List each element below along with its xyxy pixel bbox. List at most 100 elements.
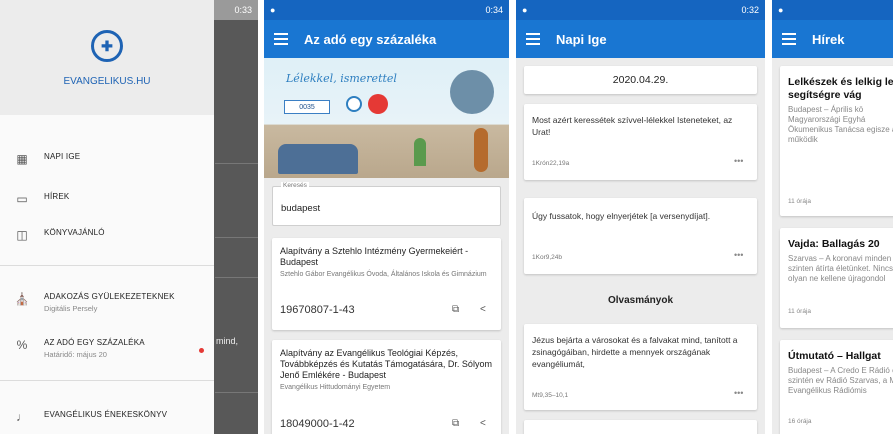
organization-card[interactable]: Alapítvány a Sztehlo Intézmény Gyermekei… bbox=[272, 238, 501, 330]
status-time: 0:33 bbox=[234, 5, 252, 15]
percent-icon: % bbox=[16, 338, 28, 352]
news-excerpt: Budapest – Április kö Magyarországi Egyh… bbox=[788, 105, 893, 144]
menu-icon[interactable] bbox=[782, 33, 796, 45]
reading-reference: Mt9,35–10,1 bbox=[532, 392, 569, 399]
menu-icon[interactable] bbox=[526, 33, 540, 45]
calendar-icon: ▦ bbox=[16, 152, 28, 166]
notification-icon: ● bbox=[522, 5, 528, 15]
news-time: 16 órája bbox=[788, 418, 812, 425]
organization-name: Alapítvány a Sztehlo Intézmény Gyermekei… bbox=[280, 246, 469, 267]
more-icon[interactable]: ••• bbox=[734, 388, 743, 398]
drawer-item-subtitle: Határidő: május 20 bbox=[44, 350, 107, 359]
search-label: Keresés bbox=[281, 182, 309, 189]
verse-card[interactable]: Most azért keressétek szívvel-lélekkel I… bbox=[524, 104, 757, 180]
share-icon[interactable]: < bbox=[480, 418, 486, 429]
page-title: Hírek bbox=[812, 31, 845, 47]
background-text: mind, bbox=[216, 336, 239, 346]
book-icon: ◫ bbox=[16, 228, 28, 242]
date-card: 2020.04.29. bbox=[524, 66, 757, 94]
banner-number: 0035 bbox=[284, 100, 330, 114]
one-percent-badge bbox=[368, 94, 388, 114]
divider bbox=[215, 392, 258, 393]
news-title: Útmutató – Hallgat bbox=[788, 350, 881, 362]
wreath-decoration bbox=[450, 70, 494, 114]
news-card[interactable]: Útmutató – Hallgat Budapest – A Credo E … bbox=[780, 340, 893, 434]
search-field[interactable]: Keresés budapest bbox=[272, 182, 501, 226]
drawer-item-label: NAPI IGE bbox=[44, 152, 81, 161]
divider bbox=[215, 277, 258, 278]
luther-rose-logo: ✚ bbox=[91, 30, 123, 62]
divider bbox=[215, 237, 258, 238]
organization-subtitle: Evangélikus Hittudományi Egyetem bbox=[280, 384, 391, 391]
divider bbox=[215, 163, 258, 164]
drawer-item-label: EVANGÉLIKUS ÉNEKESKÖNYV bbox=[44, 410, 168, 419]
reading-card[interactable] bbox=[524, 420, 757, 434]
screen-hirek: ● Hírek Lelkészek és lelkig lelki segíts… bbox=[772, 0, 893, 434]
news-card[interactable]: Lelkészek és lelkig lelki segítségre vág… bbox=[780, 66, 893, 216]
logo-badge bbox=[346, 96, 362, 112]
news-icon: ▭ bbox=[16, 192, 28, 206]
verse-text: Most azért keressétek szívvel-lélekkel I… bbox=[532, 115, 733, 137]
news-time: 11 órája bbox=[788, 198, 812, 205]
donation-icon: ⛪ bbox=[14, 292, 30, 306]
tax-number: 19670807-1-43 bbox=[280, 304, 355, 316]
verse-text: Úgy fussatok, hogy elnyerjétek [a versen… bbox=[532, 211, 711, 221]
drawer-item-label: KÖNYVAJÁNLÓ bbox=[44, 228, 105, 237]
reading-text: Jézus bejárta a városokat és a falvakat … bbox=[532, 335, 738, 369]
drawer-header: ✚ EVANGELIKUS.HU bbox=[0, 0, 214, 115]
news-title: Lelkészek és lelkig lelki segítségre vág bbox=[788, 76, 893, 101]
verse-card[interactable]: Úgy fussatok, hogy elnyerjétek [a versen… bbox=[524, 198, 757, 274]
divider bbox=[0, 265, 214, 266]
screen-napi-ige: ● 0:32 Napi Ige 2020.04.29. Most azért k… bbox=[516, 0, 765, 434]
drawer-item-konyvajanlo[interactable]: ◫ KÖNYVAJÁNLÓ bbox=[0, 228, 214, 242]
menu-icon[interactable] bbox=[274, 33, 288, 45]
more-icon[interactable]: ••• bbox=[734, 250, 743, 260]
sofa-illustration bbox=[278, 144, 358, 174]
drawer-item-adakozas[interactable]: ⛪ ADAKOZÁS GYÜLEKEZETEKNEK Digitális Per… bbox=[0, 292, 214, 313]
page-title: Az adó egy százaléka bbox=[304, 31, 437, 47]
copy-icon[interactable]: ⧉ bbox=[452, 418, 459, 429]
verse-reference: 1Kor9,24b bbox=[532, 254, 562, 261]
banner-title: Lélekkel, ismerettel bbox=[286, 72, 397, 85]
divider bbox=[0, 380, 214, 381]
drawer-item-subtitle: Digitális Persely bbox=[44, 304, 98, 313]
verse-date: 2020.04.29. bbox=[612, 74, 669, 86]
drawer-item-enekeskonyv[interactable]: ♩ EVANGÉLIKUS ÉNEKESKÖNYV bbox=[0, 410, 214, 424]
notification-icon: ● bbox=[778, 5, 784, 15]
app-bar: Az adó egy százaléka bbox=[264, 20, 509, 58]
more-icon[interactable]: ••• bbox=[734, 156, 743, 166]
drawer-item-ado-egy-szazaleka[interactable]: % AZ ADÓ EGY SZÁZALÉKA Határidő: május 2… bbox=[0, 338, 214, 359]
verse-reference: 1Krón22,19a bbox=[532, 160, 570, 167]
app-bar: Hírek bbox=[772, 20, 893, 58]
search-value[interactable]: budapest bbox=[281, 203, 320, 214]
page-title: Napi Ige bbox=[556, 31, 607, 47]
drawer-item-label: HÍREK bbox=[44, 192, 70, 201]
notification-dot bbox=[199, 348, 204, 353]
drawer-item-label: ADAKOZÁS GYÜLEKEZETEKNEK bbox=[44, 292, 175, 301]
drawer-item-napi-ige[interactable]: ▦ NAPI IGE bbox=[0, 152, 214, 166]
campaign-banner: Lélekkel, ismerettel 0035 bbox=[264, 58, 509, 178]
readings-title: Olvasmányok bbox=[607, 295, 674, 306]
copy-icon[interactable]: ⧉ bbox=[452, 304, 459, 315]
news-excerpt: Budapest – A Credo E Rádió és a szintén … bbox=[788, 366, 893, 395]
status-bar: ● 0:32 bbox=[516, 0, 765, 20]
music-note-icon: ♩ bbox=[16, 410, 28, 424]
app-bar: Napi Ige bbox=[516, 20, 765, 58]
guitar-illustration bbox=[474, 128, 488, 172]
plant-illustration bbox=[414, 138, 426, 166]
share-icon[interactable]: < bbox=[480, 304, 486, 315]
news-card[interactable]: Vajda: Ballagás 20 Szarvas – A koronavi … bbox=[780, 228, 893, 328]
organization-card[interactable]: Alapítvány az Evangélikus Teológiai Képz… bbox=[272, 340, 501, 434]
news-excerpt: Szarvas – A koronavi minden szinten átír… bbox=[788, 254, 893, 283]
organization-name: Alapítvány az Evangélikus Teológiai Képz… bbox=[280, 348, 492, 380]
drawer-item-hirek[interactable]: ▭ HÍREK bbox=[0, 192, 214, 206]
notification-icon: ● bbox=[270, 5, 276, 15]
status-bar: ● bbox=[772, 0, 893, 20]
navigation-drawer: ✚ EVANGELIKUS.HU ▦ NAPI IGE ▭ HÍREK ◫ KÖ… bbox=[0, 0, 214, 434]
drawer-item-label: AZ ADÓ EGY SZÁZALÉKA bbox=[44, 338, 145, 347]
screen-drawer: mind, ● 0:33 ✚ EVANGELIKUS.HU ▦ NAPI IGE… bbox=[0, 0, 258, 434]
reading-card[interactable]: Jézus bejárta a városokat és a falvakat … bbox=[524, 324, 757, 410]
status-time: 0:34 bbox=[485, 5, 503, 15]
organization-subtitle: Sztehlo Gábor Evangélikus Óvoda, Általán… bbox=[280, 271, 487, 278]
news-title: Vajda: Ballagás 20 bbox=[788, 238, 880, 250]
